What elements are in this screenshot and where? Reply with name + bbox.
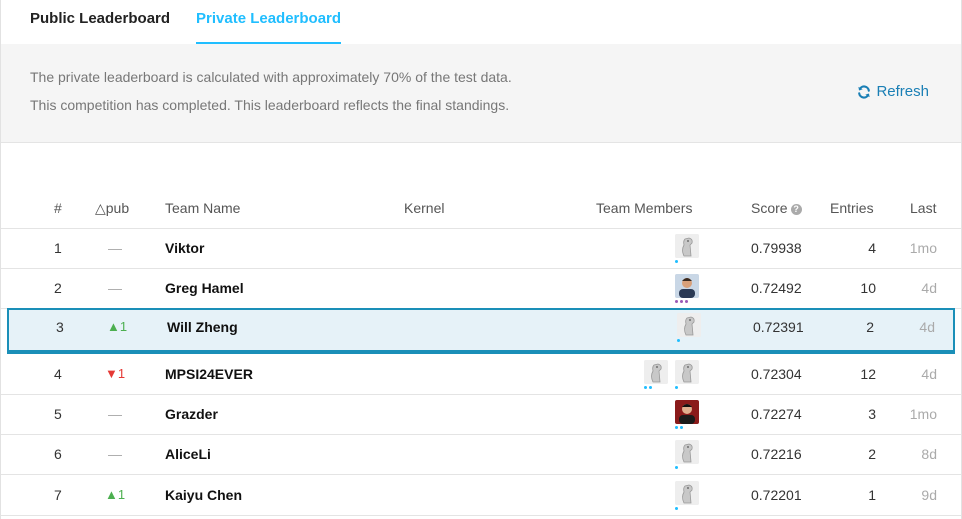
column-delta-header[interactable]: △pub (95, 200, 129, 217)
team-name-link[interactable]: AliceLi (165, 446, 211, 462)
delta-cell: — (108, 280, 122, 296)
default-avatar-icon (644, 360, 668, 384)
rank-cell: 5 (54, 406, 62, 422)
last-submission-cell: 4d (919, 319, 935, 335)
rank-cell: 6 (54, 446, 62, 462)
score-cell: 0.72304 (751, 366, 802, 382)
entries-cell: 12 (860, 366, 876, 382)
column-team-header[interactable]: Team Name (165, 200, 240, 216)
last-submission-cell: 4d (921, 280, 937, 296)
score-header-label: Score (751, 200, 788, 216)
refresh-label: Refresh (876, 83, 929, 100)
default-avatar-icon (675, 440, 699, 464)
last-submission-cell: 1mo (909, 406, 937, 422)
team-name-link[interactable]: MPSI24EVER (165, 366, 253, 382)
score-cell: 0.72492 (751, 280, 802, 296)
user-photo-icon (675, 400, 699, 424)
leaderboard-tabs: Public Leaderboard Private Leaderboard (1, 0, 961, 45)
team-name-link[interactable]: Greg Hamel (165, 280, 244, 296)
score-cell: 0.72201 (751, 487, 802, 503)
score-cell: 0.72391 (753, 319, 804, 335)
delta-cell: — (108, 240, 122, 256)
refresh-icon (858, 84, 871, 99)
member-avatar[interactable] (675, 440, 699, 464)
member-avatar[interactable] (675, 400, 699, 424)
delta-cell: ▲1 (107, 319, 128, 334)
table-row[interactable]: 5 — Grazder 0.72274 3 1mo (1, 394, 961, 435)
member-tier-dots (675, 426, 685, 429)
entries-cell: 2 (866, 319, 874, 335)
refresh-button[interactable]: Refresh (857, 83, 929, 100)
table-row[interactable]: 6 — AliceLi 0.72216 2 8d (1, 434, 961, 475)
member-tier-dots (675, 507, 680, 510)
leaderboard-page: Public Leaderboard Private Leaderboard T… (0, 0, 962, 519)
rank-cell: 2 (54, 280, 62, 296)
column-rank-header: # (54, 200, 62, 216)
member-tier-dots (675, 300, 690, 303)
member-tier-dots (675, 386, 680, 389)
delta-cell: ▲1 (105, 487, 126, 502)
table-row[interactable]: 4 ▼1 MPSI24EVER 0.72304 12 4d (1, 354, 961, 395)
last-submission-cell: 4d (921, 366, 937, 382)
help-icon[interactable]: ? (790, 204, 802, 215)
table-header: # △pub Team Name Kernel Team Members Sco… (1, 198, 961, 229)
default-avatar-icon (677, 313, 701, 337)
member-avatar[interactable] (675, 481, 699, 505)
table-row[interactable]: 7 ▲1 Kaiyu Chen 0.72201 1 9d (1, 475, 961, 516)
score-cell: 0.72274 (751, 406, 802, 422)
member-tier-dots (675, 466, 680, 469)
last-submission-cell: 9d (921, 487, 937, 503)
default-avatar-icon (675, 481, 699, 505)
team-name-link[interactable]: Viktor (165, 240, 204, 256)
delta-cell: — (108, 406, 122, 422)
tab-public-leaderboard[interactable]: Public Leaderboard (30, 10, 170, 44)
user-photo-icon (675, 274, 699, 298)
leaderboard-info-panel: The private leaderboard is calculated wi… (1, 44, 961, 143)
team-name-link[interactable]: Grazder (165, 406, 218, 422)
rank-cell: 3 (56, 319, 64, 335)
member-avatar[interactable] (675, 234, 699, 258)
team-name-link[interactable]: Will Zheng (167, 319, 238, 335)
last-submission-cell: 8d (921, 446, 937, 462)
tab-private-leaderboard[interactable]: Private Leaderboard (196, 10, 342, 44)
table-row[interactable]: 2 — Greg Hamel 0.72492 10 4d (1, 268, 961, 309)
rank-cell: 4 (54, 366, 62, 382)
rank-cell: 7 (54, 487, 62, 503)
column-entries-header[interactable]: Entries (830, 200, 874, 216)
info-text-line-1: The private leaderboard is calculated wi… (30, 69, 512, 85)
column-score-header[interactable]: Score? (751, 200, 802, 216)
score-cell: 0.72216 (751, 446, 802, 462)
member-avatar[interactable] (677, 313, 701, 337)
member-avatar[interactable] (675, 360, 699, 384)
default-avatar-icon (675, 234, 699, 258)
column-members-header: Team Members (596, 200, 693, 216)
entries-cell: 1 (868, 487, 876, 503)
table-row[interactable]: 1 — Viktor 0.79938 4 1mo (1, 228, 961, 269)
member-avatar[interactable] (675, 274, 699, 298)
member-tier-dots (644, 386, 654, 389)
column-kernel-header: Kernel (404, 200, 445, 216)
table-row[interactable]: 3 ▲1 Will Zheng 0.72391 2 4d (7, 308, 955, 354)
column-last-header[interactable]: Last (910, 200, 936, 216)
score-cell: 0.79938 (751, 240, 802, 256)
info-text-line-2: This competition has completed. This lea… (30, 97, 510, 113)
member-avatar[interactable] (644, 360, 668, 384)
last-submission-cell: 1mo (909, 240, 937, 256)
delta-cell: ▼1 (105, 366, 126, 381)
entries-cell: 3 (868, 406, 876, 422)
rank-cell: 1 (54, 240, 62, 256)
member-tier-dots (677, 339, 682, 342)
default-avatar-icon (675, 360, 699, 384)
entries-cell: 4 (868, 240, 876, 256)
team-name-link[interactable]: Kaiyu Chen (165, 487, 242, 503)
entries-cell: 10 (860, 280, 876, 296)
delta-cell: — (108, 446, 122, 462)
member-tier-dots (675, 260, 680, 263)
entries-cell: 2 (868, 446, 876, 462)
